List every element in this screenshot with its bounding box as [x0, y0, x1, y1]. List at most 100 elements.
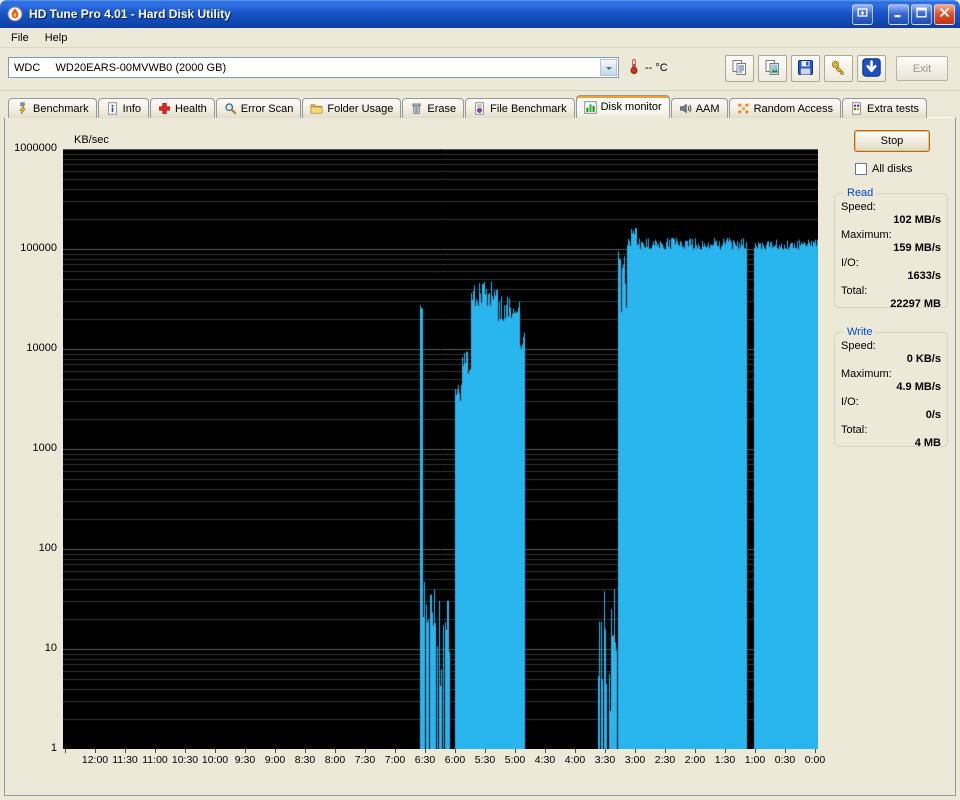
stat-value: 1633/s — [907, 270, 941, 282]
stat-row: I/O: 0/s — [841, 396, 941, 421]
close-button[interactable] — [934, 3, 955, 25]
minimize-button[interactable] — [888, 3, 909, 25]
tab-error-scan[interactable]: Error Scan — [215, 98, 302, 118]
tab-info[interactable]: Info — [97, 98, 149, 118]
title-bar: HD Tune Pro 4.01 - Hard Disk Utility — [0, 0, 960, 28]
file-benchmark-icon — [473, 102, 486, 115]
window-controls — [852, 3, 955, 25]
erase-icon — [410, 102, 423, 115]
write-group-title: Write — [847, 326, 873, 338]
tab-label: File Benchmark — [490, 102, 567, 115]
tab-file-benchmark[interactable]: File Benchmark — [465, 98, 575, 118]
maximize-icon — [915, 6, 928, 22]
exit-button[interactable]: Exit — [896, 56, 948, 81]
checkbox-box[interactable] — [855, 163, 867, 175]
menu-bar: File Help — [0, 28, 960, 48]
extra-tests-icon — [850, 102, 863, 115]
download-button[interactable] — [857, 55, 886, 82]
stat-value: 102 MB/s — [893, 214, 941, 226]
thermometer-icon — [628, 58, 640, 77]
stat-value: 159 MB/s — [893, 242, 941, 254]
save-button[interactable] — [791, 55, 820, 82]
save-icon — [797, 59, 814, 79]
folder-usage-icon — [310, 102, 323, 115]
stat-value: 4 MB — [914, 437, 941, 449]
tab-benchmark[interactable]: Benchmark — [8, 98, 97, 118]
error-scan-icon — [224, 102, 237, 115]
stat-label: Speed: — [841, 201, 876, 213]
stat-value: 4.9 MB/s — [896, 381, 941, 393]
tab-label: AAM — [695, 102, 720, 115]
app-icon — [7, 6, 24, 23]
disk-monitor-chart — [63, 149, 818, 749]
close-icon — [938, 6, 951, 22]
tab-label: Disk monitor — [600, 101, 662, 113]
y-tick-label: 1 — [50, 742, 57, 754]
read-stats-group: Read Speed: 102 MB/s Maximum: 159 MB/s I/O: 1… — [834, 187, 948, 310]
tab-erase[interactable]: Erase — [402, 98, 465, 118]
copy-text-icon — [731, 59, 748, 79]
health-icon — [158, 102, 171, 115]
all-disks-label: All disks — [872, 163, 913, 175]
drive-select-dropdown-button[interactable] — [600, 59, 617, 76]
minimize-icon — [892, 6, 905, 22]
disk-monitor-icon — [583, 100, 597, 114]
tab-label: Benchmark — [33, 102, 89, 115]
stat-label: Total: — [841, 424, 868, 436]
stat-row: Maximum: 159 MB/s — [841, 229, 941, 254]
menu-file[interactable]: File — [3, 30, 37, 46]
chevron-down-icon — [605, 66, 612, 73]
write-stats-group: Write Speed: 0 KB/s Maximum: 4.9 MB/s I/O: 0/… — [834, 326, 948, 449]
tab-health[interactable]: Health — [150, 98, 215, 118]
tab-folder-usage[interactable]: Folder Usage — [302, 98, 402, 118]
y-tick-label: 10000 — [26, 342, 57, 354]
stat-row: Speed: 0 KB/s — [841, 340, 941, 365]
x-axis-ticks — [63, 749, 818, 753]
copy-text-button[interactable] — [725, 55, 754, 82]
random-access-icon — [737, 102, 750, 115]
stat-row: Maximum: 4.9 MB/s — [841, 368, 941, 393]
rollup-button[interactable] — [852, 3, 873, 25]
maximize-button[interactable] — [911, 3, 932, 25]
aam-icon — [679, 102, 692, 115]
benchmark-icon — [16, 102, 29, 115]
tab-label: Info — [122, 102, 141, 115]
info-icon — [106, 102, 119, 115]
download-icon — [862, 57, 881, 80]
stat-value: 0/s — [925, 409, 941, 421]
drive-select[interactable]: WDC WD20EARS-00MVWB0 (2000 GB) — [8, 57, 619, 78]
tab-label: Erase — [427, 102, 457, 115]
copy-image-icon — [764, 59, 781, 79]
stat-label: I/O: — [841, 396, 859, 408]
stat-label: Maximum: — [841, 229, 892, 241]
tab-label: Extra tests — [867, 102, 920, 115]
x-tick-label: 0:00 — [804, 754, 826, 766]
tab-content-panel: KB/sec 1000000 100000 10000 1000 100 10 1 12:0… — [4, 117, 956, 796]
window-title: HD Tune Pro 4.01 - Hard Disk Utility — [29, 7, 231, 21]
tab-strip: Benchmark Info Health Error Scan Folder Usag… — [8, 95, 928, 118]
stat-value: 0 KB/s — [906, 353, 941, 365]
copy-image-button[interactable] — [758, 55, 787, 82]
menu-help[interactable]: Help — [37, 30, 76, 46]
tab-disk-monitor[interactable]: Disk monitor — [575, 95, 670, 118]
tab-label: Random Access — [753, 102, 834, 115]
tab-random-access[interactable]: Random Access — [728, 98, 842, 118]
tab-label: Health — [175, 102, 207, 115]
tab-label: Error Scan — [240, 102, 294, 115]
tab-label: Folder Usage — [327, 102, 394, 115]
stat-row: I/O: 1633/s — [841, 257, 941, 282]
y-tick-label: 100000 — [20, 242, 57, 254]
stat-row: Total: 4 MB — [841, 424, 941, 449]
stat-row: Total: 22297 MB — [841, 285, 941, 310]
stat-label: Speed: — [841, 340, 876, 352]
all-disks-checkbox[interactable]: All disks — [855, 163, 912, 175]
y-tick-label: 1000 — [32, 442, 57, 454]
stat-value: 22297 MB — [890, 298, 941, 310]
stat-label: I/O: — [841, 257, 859, 269]
read-group-title: Read — [847, 187, 874, 199]
stop-button[interactable]: Stop — [854, 130, 930, 152]
tab-extra-tests[interactable]: Extra tests — [842, 98, 928, 118]
tab-aam[interactable]: AAM — [670, 98, 728, 118]
keys-button[interactable] — [824, 55, 853, 82]
y-tick-label: 1000000 — [14, 142, 57, 154]
